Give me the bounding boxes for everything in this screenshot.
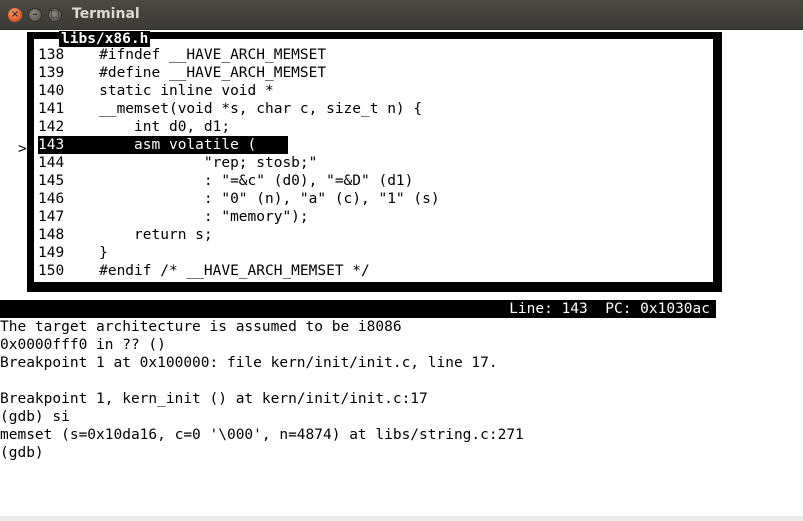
source-window[interactable]: 138 #ifndef __HAVE_ARCH_MEMSET 139 #defin… [27, 31, 722, 292]
close-icon: × [10, 9, 20, 20]
source-window-content: 138 #ifndef __HAVE_ARCH_MEMSET 139 #defin… [37, 42, 710, 279]
line-number: 142 [38, 119, 65, 135]
source-line: 147 : "memory"); [38, 208, 715, 226]
line-code: #define __HAVE_ARCH_MEMSET [64, 65, 327, 81]
console-line: The target architecture is assumed to be… [0, 319, 402, 335]
line-code: return s; [64, 227, 213, 243]
source-line: 141 __memset(void *s, char c, size_t n) … [38, 100, 715, 118]
minimize-window-button[interactable]: – [28, 8, 42, 22]
source-line: 142 int d0, d1; [38, 118, 715, 136]
line-code: } [64, 245, 108, 261]
source-line: 140 static inline void * [38, 82, 715, 100]
line-number: 148 [38, 227, 65, 243]
window-title: Terminal [72, 6, 140, 22]
line-number: 144 [38, 155, 65, 171]
line-number: 146 [38, 191, 65, 207]
source-window-border: 138 #ifndef __HAVE_ARCH_MEMSET 139 #defin… [32, 31, 715, 284]
status-line: remote Thread 1 In: memset Line: 143 PC:… [0, 300, 716, 335]
source-line: 149 } [38, 244, 715, 262]
console-line: Breakpoint 1, kern_init () at kern/init/… [0, 391, 428, 407]
line-number: 147 [38, 209, 65, 225]
source-line: 145 : "=&c" (d0), "=&D" (d1) [38, 172, 715, 190]
line-code: int d0, d1; [64, 119, 231, 135]
line-code: static inline void * [64, 83, 274, 99]
source-file-label: libs/x86.h [59, 31, 151, 47]
line-number: 138 [38, 47, 65, 63]
console-line: memset (s=0x10da16, c=0 '\000', n=4874) … [0, 427, 524, 443]
status-right: Line: 143 PC: 0x1030ac [509, 301, 710, 317]
line-number: 140 [38, 83, 65, 99]
source-line: 148 return s; [38, 226, 715, 244]
line-number: 143 [38, 137, 65, 153]
bottom-strip [0, 516, 803, 521]
line-code: "rep; stosb;" [64, 155, 318, 171]
source-line: 150 #endif /* __HAVE_ARCH_MEMSET */ [38, 262, 715, 280]
gdb-console[interactable]: The target architecture is assumed to be… [0, 318, 803, 462]
line-code: __memset(void *s, char c, size_t n) { [64, 101, 423, 117]
console-line: Breakpoint 1 at 0x100000: file kern/init… [0, 355, 498, 371]
line-code: : "0" (n), "a" (c), "1" (s) [64, 191, 440, 207]
line-code: #endif /* __HAVE_ARCH_MEMSET */ [64, 263, 370, 279]
current-line-marker: > [18, 141, 27, 157]
line-number: 141 [38, 101, 65, 117]
terminal-area[interactable]: > 138 #ifndef __HAVE_ARCH_MEMSET 139 #def… [0, 30, 803, 521]
line-number: 149 [38, 245, 65, 261]
console-line: (gdb) si [0, 409, 70, 425]
console-line: 0x0000fff0 in ?? () [0, 337, 166, 353]
line-code: : "=&c" (d0), "=&D" (d1) [64, 173, 414, 189]
window-titlebar: × – □ Terminal [0, 0, 803, 30]
line-code: #ifndef __HAVE_ARCH_MEMSET [64, 47, 327, 63]
source-line: 139 #define __HAVE_ARCH_MEMSET [38, 64, 715, 82]
maximize-icon: □ [50, 9, 60, 20]
close-window-button[interactable]: × [8, 8, 22, 22]
console-line: (gdb) [0, 445, 44, 461]
source-line-current: 143 asm volatile ( [38, 136, 288, 154]
source-line: 144 "rep; stosb;" [38, 154, 715, 172]
source-line: 146 : "0" (n), "a" (c), "1" (s) [38, 190, 715, 208]
line-number: 150 [38, 263, 65, 279]
line-code: : "memory"); [64, 209, 309, 225]
source-line: 138 #ifndef __HAVE_ARCH_MEMSET [38, 46, 715, 64]
minimize-icon: – [32, 9, 38, 20]
line-number: 139 [38, 65, 65, 81]
maximize-window-button[interactable]: □ [48, 8, 62, 22]
line-number: 145 [38, 173, 65, 189]
line-code: asm volatile ( [64, 137, 257, 153]
source-lines: 138 #ifndef __HAVE_ARCH_MEMSET 139 #defin… [38, 46, 715, 280]
